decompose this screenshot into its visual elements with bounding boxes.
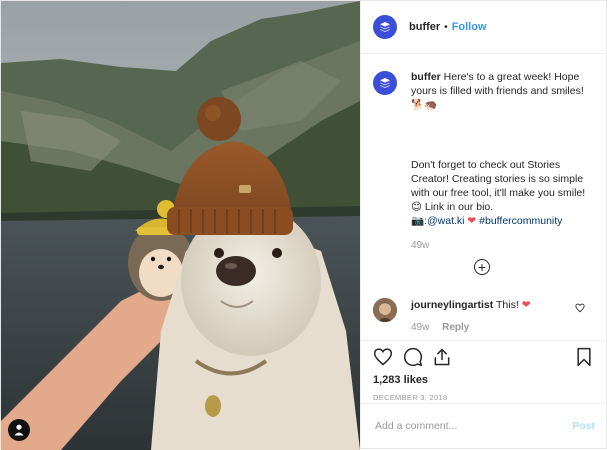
follow-button[interactable]: Follow	[452, 21, 487, 33]
post-actions: 1,283 likes DECEMBER 3, 2018	[361, 340, 607, 402]
post-header: buffer • Follow	[361, 1, 607, 54]
comment-icon[interactable]	[403, 347, 423, 367]
buffer-logo-icon	[380, 78, 390, 88]
load-more-comments-button[interactable]: +	[474, 259, 490, 275]
user-tag-icon	[14, 424, 24, 436]
credit-mention[interactable]: :@wat.ki	[424, 215, 464, 227]
add-comment-bar: Post	[361, 403, 607, 448]
tagged-users-button[interactable]	[8, 419, 30, 441]
reply-button[interactable]: Reply	[442, 322, 469, 333]
caption: buffer Here's to a great week! Hope your…	[361, 54, 607, 253]
caption-timestamp[interactable]: 49w	[411, 239, 587, 253]
avatar-image	[373, 298, 397, 322]
commenter-avatar[interactable]	[373, 298, 397, 322]
hashtag-link[interactable]: #buffercommunity	[479, 215, 562, 227]
caption-avatar[interactable]	[373, 71, 397, 95]
action-icons-row	[373, 347, 593, 371]
likes-count[interactable]: 1,283 likes	[373, 374, 428, 386]
post-date[interactable]: DECEMBER 3, 2018	[373, 393, 447, 402]
plus-circle-icon: +	[477, 259, 487, 275]
comment-text: This!	[496, 299, 519, 311]
comments-section[interactable]: buffer Here's to a great week! Hope your…	[361, 54, 607, 340]
caption-emoji: 🐕🦔	[411, 99, 438, 111]
photo-dog-and-hedgehog	[1, 1, 360, 450]
commenter-username[interactable]: journeylingartist	[411, 299, 493, 311]
instagram-post: buffer • Follow buffer Here's to a great…	[0, 0, 607, 450]
heart-icon[interactable]	[373, 347, 393, 367]
profile-avatar[interactable]	[373, 15, 397, 39]
caption-username[interactable]: buffer	[411, 71, 441, 83]
post-details-panel: buffer • Follow buffer Here's to a great…	[360, 1, 607, 448]
comment-item: journeylingartist This! ❤ 49w Reply	[373, 298, 607, 335]
heart-emoji: ❤	[467, 215, 477, 227]
camera-emoji: 📷	[411, 215, 425, 227]
buffer-logo-icon	[380, 22, 390, 32]
comment-body: journeylingartist This! ❤ 49w Reply	[411, 298, 571, 335]
post-comment-button[interactable]: Post	[572, 420, 595, 432]
post-photo[interactable]	[1, 1, 360, 450]
bookmark-icon[interactable]	[575, 347, 593, 367]
comment-like-heart-icon[interactable]	[575, 303, 585, 313]
comment-meta: 49w Reply	[411, 321, 571, 335]
share-icon[interactable]	[432, 347, 452, 367]
caption-text: buffer Here's to a great week! Hope your…	[411, 70, 587, 253]
add-comment-input[interactable]	[373, 419, 573, 433]
caption-line-2: Don't forget to check out Stories Creato…	[411, 159, 586, 213]
comment-timestamp[interactable]: 49w	[411, 322, 429, 333]
header-username[interactable]: buffer	[409, 21, 440, 33]
comment-heart-emoji: ❤	[521, 299, 531, 311]
header-separator: •	[444, 21, 448, 33]
